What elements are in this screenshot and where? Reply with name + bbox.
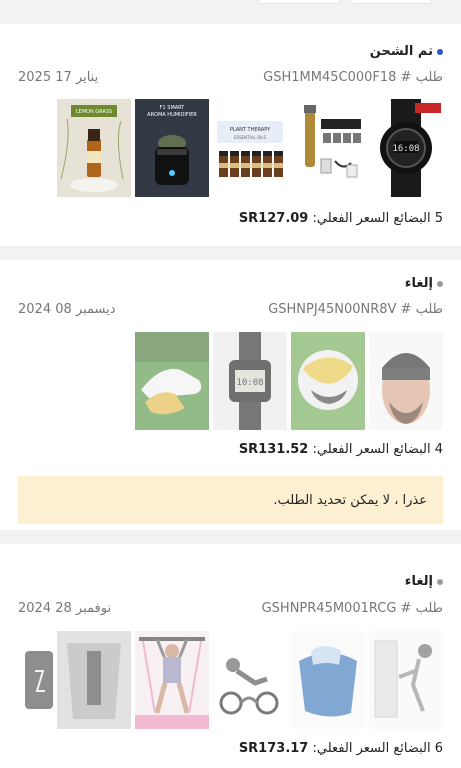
item-thumbnail[interactable]: LEMON GRASS [57,99,131,197]
lemongrass-oil-image-icon: LEMON GRASS [57,99,131,197]
status-label: إلغاء [404,574,433,589]
status-dot-icon [437,48,443,55]
top-button[interactable] [258,0,340,4]
order-date: نوفمبر 28 2024 [18,601,112,616]
essential-oils-image-icon: PLANT THERAPY ESSENTIAL OILS [217,121,283,177]
order-total: 4 البضائع السعر الفعلي: SR131.52 [239,442,443,457]
order-total: 6 البضائع السعر الفعلي: SR173.17 [239,741,443,756]
order-notice: عذرا ، لا يمكن تحديد الطلب. [18,476,443,524]
item-thumbnail[interactable] [57,631,131,729]
order-number: طلب # GSHNPR45M001RCG [261,601,443,616]
order-date: ديسمبر 08 2024 [18,302,116,317]
svg-text:16:08: 16:08 [392,144,419,154]
headband-image-icon [382,353,430,424]
exercise-equipment-image-icon [57,631,131,729]
items-count-label: 4 البضائع السعر الفعلي: [312,442,444,457]
item-thumbnail[interactable] [25,631,53,729]
svg-text:F1 SMART: F1 SMART [160,105,186,111]
item-thumbnail[interactable] [135,332,209,430]
order-price: SR173.17 [238,741,309,756]
soccer-ball-image-icon [291,332,365,430]
cooling-towel-image-icon [299,646,357,717]
item-thumbnail[interactable] [213,631,287,729]
status-dot-icon [437,280,443,287]
order-meta: نوفمبر 28 2024 طلب # GSHNPR45M001RCG [18,601,443,616]
order-items[interactable] [25,631,443,729]
phone-case-image-icon [25,651,53,709]
items-count-label: 6 البضائع السعر الفعلي: [312,741,444,756]
order-price: SR127.09 [238,211,309,226]
svg-text:10:08: 10:08 [236,378,263,388]
order-items[interactable]: 10:08 [135,332,443,430]
svg-text:PLANT THERAPY: PLANT THERAPY [230,127,271,133]
order-status: إلغاء [405,574,443,589]
order-meta: يناير 17 2025 طلب # GSH1MM45C000F18 [18,70,443,85]
item-thumbnail[interactable] [369,631,443,729]
order-meta: ديسمبر 08 2024 طلب # GSHNPJ45N00NR8V [18,302,443,317]
sport-watch-image-icon: 10:08 [213,332,287,430]
order-card[interactable]: إلغاء ديسمبر 08 2024 طلب # GSHNPJ45N00NR… [0,260,461,530]
item-thumbnail[interactable]: 16:08 [369,99,443,197]
order-date: يناير 17 2025 [18,70,99,85]
order-price: SR131.52 [238,442,309,457]
item-thumbnail[interactable] [291,631,365,729]
svg-text:LEMON GRASS: LEMON GRASS [76,109,112,115]
order-number: طلب # GSHNPJ45N00NR8V [268,302,443,317]
door-anchor-image-icon [374,640,432,718]
football-boots-image-icon [135,332,209,430]
smartwatch-image-icon: 16:08 [380,99,441,197]
order-items[interactable]: 16:08 PLANT THERAPY ESSENTIAL OILS F1 SM… [57,99,443,197]
status-label: تم الشحن [369,44,433,59]
item-thumbnail[interactable]: PLANT THERAPY ESSENTIAL OILS [213,99,287,197]
item-thumbnail[interactable] [291,332,365,430]
order-card[interactable]: إلغاء نوفمبر 28 2024 طلب # GSHNPR45M001R… [0,544,461,768]
item-thumbnail[interactable] [291,99,365,197]
order-status: إلغاء [405,276,443,291]
svg-text:AROMA HUMIDIFIER: AROMA HUMIDIFIER [147,112,197,118]
order-card[interactable]: تم الشحن يناير 17 2025 طلب # GSH1MM45C00… [0,24,461,246]
order-total: 5 البضائع السعر الفعلي: SR127.09 [239,211,443,226]
item-thumbnail[interactable] [135,631,209,729]
pilates-bar-image-icon [135,637,209,729]
item-thumbnail[interactable]: 10:08 [213,332,287,430]
order-number: طلب # GSH1MM45C000F18 [263,70,443,85]
order-status: تم الشحن [370,44,443,59]
item-thumbnail[interactable]: F1 SMART AROMA HUMIDIFIER [135,99,209,197]
top-button[interactable] [350,0,432,4]
notice-text: عذرا ، لا يمكن تحديد الطلب. [273,492,427,508]
resistance-bands-image-icon [219,658,279,715]
top-strip [0,0,461,12]
items-count-label: 5 البضائع السعر الفعلي: [312,211,444,226]
status-label: إلغاء [404,276,433,291]
svg-text:ESSENTIAL OILS: ESSENTIAL OILS [234,135,267,140]
humidifier-image-icon: F1 SMART AROMA HUMIDIFIER [135,99,209,197]
hair-trimmer-image-icon [304,105,361,178]
item-thumbnail[interactable] [369,332,443,430]
status-dot-icon [437,578,443,585]
